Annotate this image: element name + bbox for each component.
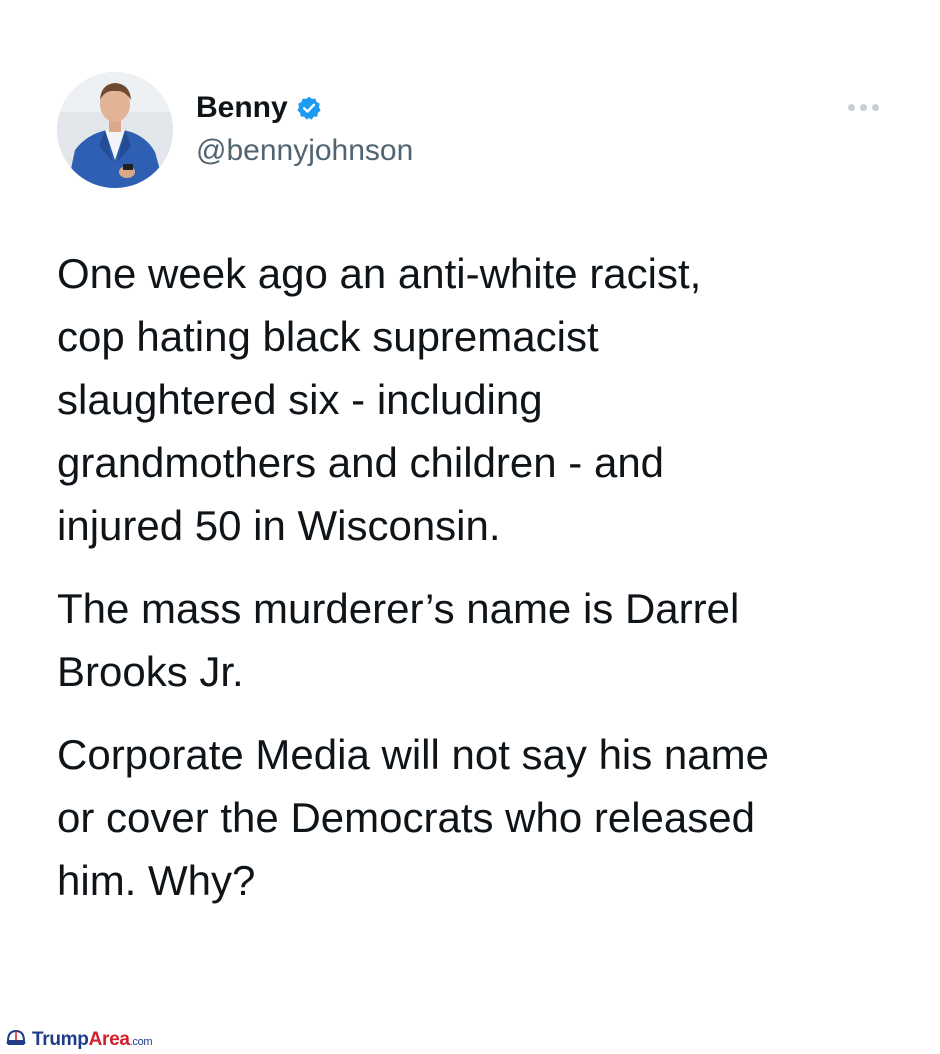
more-dot: [871, 103, 879, 111]
more-dot: [859, 103, 867, 111]
watermark-part-1: Trump: [32, 1029, 89, 1050]
author-display-name[interactable]: Benny: [196, 90, 288, 126]
watermark-part-3: .com: [129, 1036, 153, 1048]
watermark-text: TrumpArea.com: [32, 1029, 153, 1051]
tweet-text: One week ago an anti-white racist, cop h…: [57, 242, 917, 932]
tweet-line: injured 50 in Wisconsin.: [57, 502, 501, 549]
avatar-photo: [57, 72, 173, 188]
avatar[interactable]: [57, 72, 173, 188]
tweet-line: him. Why?: [57, 857, 256, 904]
verified-badge-icon: [296, 95, 322, 121]
tweet-line: grandmothers and children - and: [57, 439, 665, 486]
tweet-line: Brooks Jr.: [57, 648, 244, 695]
author-handle[interactable]: @bennyjohnson: [196, 133, 413, 169]
watermark-part-2: Area: [88, 1029, 130, 1050]
tweet-line: slaughtered six - including: [57, 376, 543, 423]
more-options-icon[interactable]: [838, 92, 888, 122]
tweet-paragraph-1: One week ago an anti-white racist, cop h…: [57, 242, 917, 557]
site-watermark: TrumpArea.com: [4, 1027, 153, 1054]
tweet-paragraph-2: The mass murderer’s name is Darrel Brook…: [57, 577, 917, 703]
tweet-line: cop hating black supremacist: [57, 313, 599, 360]
tweet-paragraph-3: Corporate Media will not say his name or…: [57, 723, 917, 912]
tweet-line: One week ago an anti-white racist,: [57, 250, 702, 297]
tweet-line: Corporate Media will not say his name: [57, 731, 769, 778]
tweet-line: or cover the Democrats who released: [57, 794, 755, 841]
author-name-row[interactable]: Benny: [196, 90, 322, 126]
more-dot: [847, 103, 855, 111]
hat-logo-icon: [4, 1027, 28, 1054]
tweet-line: The mass murderer’s name is Darrel: [57, 585, 740, 632]
